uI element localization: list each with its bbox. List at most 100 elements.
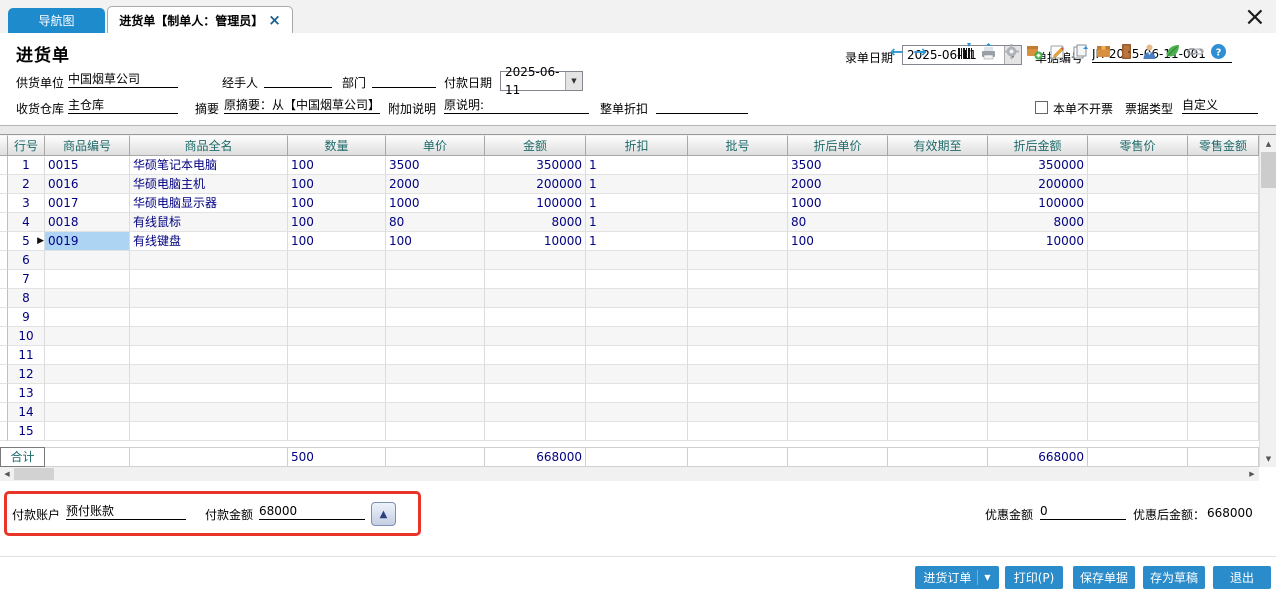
note-field[interactable]: 原说明:	[444, 98, 589, 114]
grid-header-retail-price[interactable]: 零售价	[1088, 135, 1188, 156]
grid-cell-batch-no[interactable]	[688, 346, 788, 365]
grid-cell-row-no[interactable]: 9	[8, 308, 45, 327]
grid-cell-unit-price[interactable]: 100	[386, 232, 485, 251]
grid-cell-valid-until[interactable]	[888, 327, 988, 346]
grid-cell-amount[interactable]	[485, 422, 586, 441]
grid-cell-amount[interactable]: 350000	[485, 156, 586, 175]
grid-cell-unit-price[interactable]	[386, 365, 485, 384]
handler-field[interactable]	[264, 72, 332, 88]
grid-cell-discount[interactable]	[586, 365, 688, 384]
grid-cell-product-name[interactable]	[130, 251, 288, 270]
grid-cell-discounted-price[interactable]	[788, 270, 888, 289]
grid-cell-qty[interactable]	[288, 308, 386, 327]
grid-cell-product-name[interactable]: 华硕电脑显示器	[130, 194, 288, 213]
grid-cell-discounted-amount[interactable]	[988, 327, 1088, 346]
grid-cell-amount[interactable]	[485, 327, 586, 346]
grid-header-discount[interactable]: 折扣	[586, 135, 688, 156]
grid-cell-unit-price[interactable]	[386, 289, 485, 308]
edit-note-icon[interactable]	[1049, 43, 1066, 60]
scroll-right-icon[interactable]: ▶	[1245, 467, 1259, 481]
grid-cell-discounted-amount[interactable]: 10000	[988, 232, 1088, 251]
tab-close-icon[interactable]: ×	[268, 13, 281, 28]
grid-cell-discount[interactable]	[586, 384, 688, 403]
supplier-field[interactable]: 中国烟草公司	[68, 72, 178, 88]
grid-cell-discounted-amount[interactable]	[988, 384, 1088, 403]
grid-cell-discounted-price[interactable]: 2000	[788, 175, 888, 194]
door-icon[interactable]	[1118, 43, 1135, 60]
grid-header-row-no[interactable]: 行号	[8, 135, 45, 156]
grid-cell-valid-until[interactable]	[888, 422, 988, 441]
grid-cell-batch-no[interactable]	[688, 175, 788, 194]
whole-discount-field[interactable]	[656, 98, 748, 114]
grid-cell-retail-amount[interactable]	[1188, 175, 1259, 194]
grid-cell-product-name[interactable]: 华硕电脑主机	[130, 175, 288, 194]
grid-cell-valid-until[interactable]	[888, 251, 988, 270]
scroll-down-icon[interactable]: ▼	[1260, 450, 1276, 467]
chevron-down-icon[interactable]: ▼	[565, 72, 582, 90]
grid-cell-qty[interactable]	[288, 327, 386, 346]
grid-cell-product-code[interactable]	[45, 403, 130, 422]
grid-header-product-name[interactable]: 商品全名	[130, 135, 288, 156]
product-box-icon[interactable]	[1095, 43, 1112, 60]
pay-date-combobox[interactable]: 2025-06-11 ▼	[500, 71, 583, 91]
discount-amount-field[interactable]: 0	[1040, 504, 1126, 520]
grid-cell-amount[interactable]	[485, 308, 586, 327]
grid-cell-retail-amount[interactable]	[1188, 251, 1259, 270]
grid-cell-unit-price[interactable]	[386, 422, 485, 441]
grid-cell-discounted-price[interactable]: 100	[788, 232, 888, 251]
grid-header-amount[interactable]: 金额	[485, 135, 586, 156]
purchase-order-button[interactable]: 进货订单 ▼	[915, 566, 999, 589]
grid-cell-unit-price[interactable]	[386, 270, 485, 289]
grid-cell-retail-amount[interactable]	[1188, 346, 1259, 365]
grid-cell-row-no[interactable]: 11	[8, 346, 45, 365]
grid-cell-discount[interactable]: 1	[586, 175, 688, 194]
grid-cell-unit-price[interactable]: 1000	[386, 194, 485, 213]
grid-cell-retail-price[interactable]	[1088, 175, 1188, 194]
grid-cell-qty[interactable]	[288, 365, 386, 384]
grid-cell-discounted-amount[interactable]	[988, 270, 1088, 289]
grid-header-discounted-amount[interactable]: 折后金额	[988, 135, 1088, 156]
grid-cell-product-code[interactable]: 0015	[45, 156, 130, 175]
grid-cell-retail-amount[interactable]	[1188, 232, 1259, 251]
grid-cell-discount[interactable]: 1	[586, 156, 688, 175]
grid-cell-retail-amount[interactable]	[1188, 327, 1259, 346]
grid-cell-product-code[interactable]	[45, 346, 130, 365]
grid-cell-retail-price[interactable]	[1088, 384, 1188, 403]
grid-cell-discounted-amount[interactable]	[988, 346, 1088, 365]
grid-cell-product-name[interactable]	[130, 384, 288, 403]
grid-cell-row-no[interactable]: 15	[8, 422, 45, 441]
grid-cell-discounted-amount[interactable]	[988, 422, 1088, 441]
grid-cell-discounted-price[interactable]	[788, 251, 888, 270]
grid-cell-row-no[interactable]: 6	[8, 251, 45, 270]
grid-cell-discount[interactable]	[586, 346, 688, 365]
grid-cell-valid-until[interactable]	[888, 289, 988, 308]
previous-record-icon[interactable]: ←	[890, 42, 903, 61]
add-product-icon[interactable]	[1026, 43, 1043, 60]
grid-cell-retail-price[interactable]	[1088, 194, 1188, 213]
grid-cell-batch-no[interactable]	[688, 270, 788, 289]
grid-cell-qty[interactable]	[288, 270, 386, 289]
grid-cell-discounted-price[interactable]: 3500	[788, 156, 888, 175]
grid-cell-retail-price[interactable]	[1088, 289, 1188, 308]
grid-cell-discount[interactable]	[586, 308, 688, 327]
grid-header-discounted-price[interactable]: 折后单价	[788, 135, 888, 156]
grid-cell-amount[interactable]	[485, 270, 586, 289]
grid-cell-row-no[interactable]: 13	[8, 384, 45, 403]
chevron-down-icon[interactable]: ▼	[984, 573, 990, 582]
grid-header-unit-price[interactable]: 单价	[386, 135, 485, 156]
print-upload-icon[interactable]	[980, 43, 997, 60]
grid-cell-discount[interactable]	[586, 270, 688, 289]
grid-cell-row-no[interactable]: 2	[8, 175, 45, 194]
grid-cell-discounted-amount[interactable]: 350000	[988, 156, 1088, 175]
grid-cell-product-code[interactable]: 0019	[45, 232, 130, 251]
grid-cell-valid-until[interactable]	[888, 156, 988, 175]
grid-cell-valid-until[interactable]	[888, 403, 988, 422]
grid-cell-row-no[interactable]: 7	[8, 270, 45, 289]
grid-cell-discounted-price[interactable]: 1000	[788, 194, 888, 213]
grid-cell-valid-until[interactable]	[888, 194, 988, 213]
grid-cell-retail-amount[interactable]	[1188, 156, 1259, 175]
grid-cell-discount[interactable]	[586, 251, 688, 270]
grid-cell-unit-price[interactable]: 3500	[386, 156, 485, 175]
grid-cell-valid-until[interactable]	[888, 232, 988, 251]
grid-cell-product-code[interactable]	[45, 327, 130, 346]
